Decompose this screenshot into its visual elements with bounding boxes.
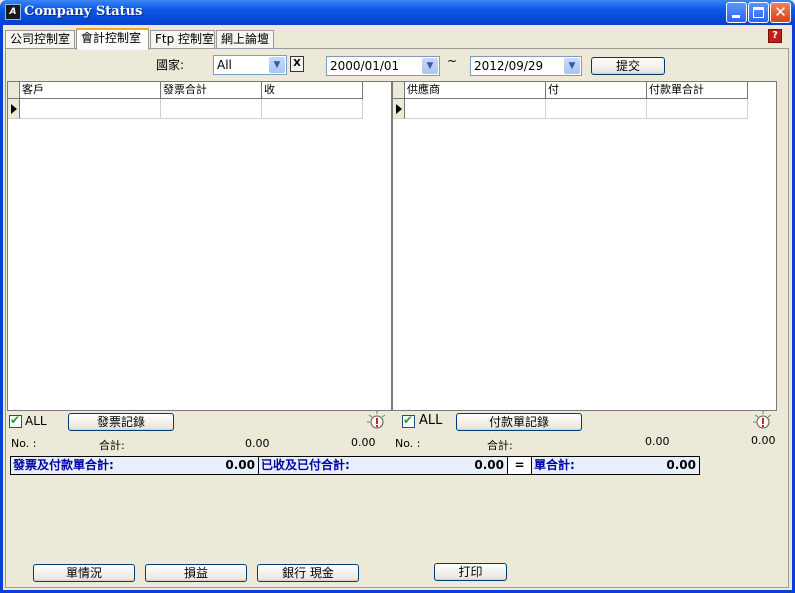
- maximize-button[interactable]: [748, 2, 769, 23]
- received-paid-total-label: 已收及已付合計:: [261, 458, 350, 472]
- table-cell[interactable]: [262, 99, 363, 119]
- chevron-down-icon[interactable]: ▼: [422, 58, 438, 74]
- supplier-grid-header: 供應商 付 付款單合計: [393, 82, 748, 99]
- invoice-payment-total: 發票及付款單合計: 0.00: [11, 457, 259, 474]
- right-all-label: ALL: [419, 413, 443, 428]
- grid-corner: [393, 82, 405, 99]
- net-total-label: 單合計:: [534, 458, 575, 472]
- chevron-down-icon[interactable]: ▼: [564, 58, 580, 74]
- right-extra-value: 0.00: [751, 434, 776, 447]
- left-extra-value: 0.00: [351, 436, 376, 449]
- window-title: Company Status: [24, 4, 143, 19]
- column-header-customer[interactable]: 客戶: [20, 82, 161, 99]
- customer-grid[interactable]: 客戶 發票合計 收: [7, 81, 392, 411]
- invoice-records-button[interactable]: 發票記錄: [68, 413, 174, 431]
- tab-accounting-control[interactable]: 會計控制室: [76, 28, 149, 50]
- maximize-icon: [753, 7, 764, 18]
- right-total-label: 合計:: [487, 439, 513, 452]
- table-cell[interactable]: [20, 99, 161, 119]
- app-window: A Company Status ✕ 公司控制室 會計控制室 Ftp 控制室 網…: [0, 0, 795, 593]
- date-from-value: 2000/01/01: [330, 59, 400, 73]
- column-header-supplier[interactable]: 供應商: [405, 82, 546, 99]
- column-header-invoice-total[interactable]: 發票合計: [161, 82, 262, 99]
- profit-loss-button[interactable]: 損益: [145, 564, 247, 582]
- country-select[interactable]: All ▼: [213, 55, 287, 75]
- row-indicator: [393, 99, 405, 119]
- equals-sign: =: [508, 457, 532, 474]
- net-total-value: 0.00: [666, 458, 696, 472]
- supplier-grid[interactable]: 供應商 付 付款單合計: [392, 81, 777, 411]
- totals-bar: 發票及付款單合計: 0.00 已收及已付合計: 0.00 = 單合計: 0.00: [10, 456, 700, 475]
- received-paid-total: 已收及已付合計: 0.00: [259, 457, 508, 474]
- app-icon: A: [5, 4, 21, 20]
- window-client-area: 公司控制室 會計控制室 Ftp 控制室 網上論壇 ? 國家: All ▼ X 2…: [3, 25, 792, 590]
- table-cell[interactable]: [546, 99, 647, 119]
- table-row[interactable]: [8, 99, 363, 119]
- date-separator: ~: [447, 54, 458, 68]
- status-button[interactable]: 單情況: [33, 564, 135, 582]
- check-icon: ✔: [403, 413, 414, 427]
- left-total-value: 0.00: [245, 437, 270, 450]
- minimize-icon: [732, 15, 740, 18]
- tab-company-control[interactable]: 公司控制室: [5, 30, 75, 49]
- help-icon[interactable]: ?: [768, 29, 782, 43]
- accounting-panel: 國家: All ▼ X 2000/01/01 ▼ ~ 2012/09/29 ▼ …: [5, 48, 789, 588]
- payment-records-button[interactable]: 付款單記錄: [456, 413, 582, 431]
- check-icon: ✔: [10, 413, 21, 427]
- column-header-payment-total[interactable]: 付款單合計: [647, 82, 748, 99]
- invoice-payment-total-value: 0.00: [225, 458, 255, 472]
- left-no-label: No. :: [11, 437, 37, 450]
- title-bar[interactable]: A Company Status ✕: [0, 0, 795, 25]
- column-header-received[interactable]: 收: [262, 82, 363, 99]
- right-total-value: 0.00: [645, 435, 670, 448]
- date-to-value: 2012/09/29: [474, 59, 544, 73]
- invoice-payment-total-label: 發票及付款單合計:: [13, 458, 114, 472]
- date-from-picker[interactable]: 2000/01/01 ▼: [326, 56, 440, 76]
- close-icon: ✕: [774, 3, 787, 21]
- left-all-checkbox[interactable]: ✔: [9, 413, 22, 428]
- left-total-label: 合計:: [99, 439, 125, 452]
- bank-cash-button[interactable]: 銀行 現金: [257, 564, 359, 582]
- country-select-value: All: [217, 58, 232, 72]
- submit-button[interactable]: 提交: [591, 57, 665, 75]
- left-all-label: ALL: [25, 414, 47, 428]
- country-label: 國家:: [156, 58, 185, 72]
- table-cell[interactable]: [647, 99, 748, 119]
- right-no-value: 0: [462, 437, 469, 450]
- right-no-label: No. :: [395, 437, 421, 450]
- customer-grid-header: 客戶 發票合計 收: [8, 82, 363, 99]
- row-indicator: [8, 99, 20, 119]
- left-no-value: 0: [78, 437, 85, 450]
- table-cell[interactable]: [161, 99, 262, 119]
- alert-bulb-icon[interactable]: [752, 410, 774, 432]
- alert-bulb-icon[interactable]: [366, 410, 388, 432]
- table-cell[interactable]: [405, 99, 546, 119]
- received-paid-total-value: 0.00: [474, 458, 504, 472]
- column-header-paid[interactable]: 付: [546, 82, 647, 99]
- close-button[interactable]: ✕: [770, 2, 791, 23]
- grid-corner: [8, 82, 20, 99]
- chevron-down-icon[interactable]: ▼: [269, 57, 285, 73]
- current-row-icon: [11, 104, 17, 114]
- minimize-button[interactable]: [726, 2, 747, 23]
- current-row-icon: [396, 104, 402, 114]
- date-to-picker[interactable]: 2012/09/29 ▼: [470, 56, 582, 76]
- right-all-checkbox[interactable]: ✔: [402, 413, 415, 428]
- tab-ftp-control[interactable]: Ftp 控制室: [150, 30, 215, 49]
- print-button[interactable]: 打印: [434, 563, 507, 581]
- tab-online-forum[interactable]: 網上論壇: [216, 30, 274, 49]
- table-row[interactable]: [393, 99, 748, 119]
- clear-country-button[interactable]: X: [290, 56, 304, 72]
- net-total: 單合計: 0.00: [532, 457, 699, 474]
